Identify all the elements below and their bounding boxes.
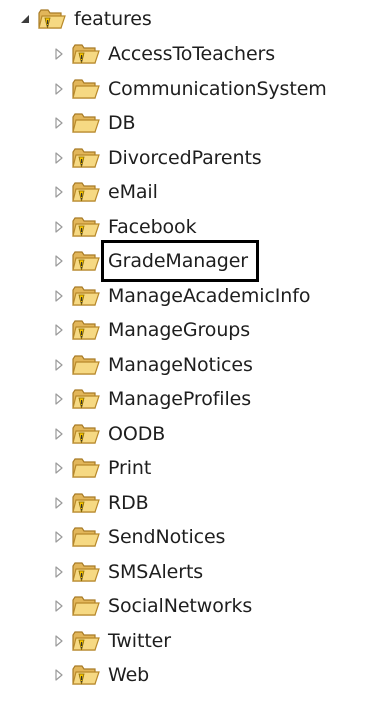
package-folder-warning-icon [70, 178, 102, 206]
tree-item-label: SMSAlerts [108, 560, 204, 583]
package-folder-warning-icon [36, 5, 68, 33]
package-folder-warning-icon [70, 316, 102, 344]
collapsed-arrow-icon[interactable] [48, 141, 70, 175]
tree-item-label: Web [108, 664, 150, 686]
tree-item-label: AccessToTeachers [108, 43, 276, 65]
collapsed-arrow-icon[interactable] [48, 520, 70, 554]
tree-item-manageprofiles[interactable]: ManageProfiles [48, 382, 251, 416]
tree-item-label: SendNotices [108, 526, 226, 548]
package-folder-icon [70, 351, 102, 379]
package-folder-icon [70, 523, 102, 551]
tree-item-accesstoteachers[interactable]: AccessToTeachers [48, 37, 275, 71]
tree-item-label: ManageGroups [108, 319, 251, 341]
tree-item-email[interactable]: eMail [48, 175, 158, 209]
collapsed-arrow-icon[interactable] [48, 348, 70, 382]
package-folder-warning-icon [70, 661, 102, 689]
tree-item-label: DB [108, 112, 136, 134]
tree-item-label: Facebook [108, 215, 197, 238]
tree-item-label: OODB [108, 422, 166, 445]
tree-item-label: Twitter [108, 629, 171, 652]
package-folder-warning-icon [70, 40, 102, 68]
tree-item-print[interactable]: Print [48, 451, 151, 485]
tree-item-grademanager[interactable]: GradeManager [48, 240, 260, 282]
package-folder-warning-icon [70, 420, 102, 448]
package-folder-warning-icon [70, 144, 102, 172]
collapsed-arrow-icon[interactable] [48, 72, 70, 106]
tree-item-label: ManageNotices [108, 353, 253, 376]
tree-item-label: RDB [108, 491, 149, 514]
package-folder-icon [70, 75, 102, 103]
collapsed-arrow-icon[interactable] [48, 37, 70, 71]
package-folder-warning-icon [70, 247, 102, 275]
tree-item-facebook[interactable]: Facebook [48, 210, 197, 244]
collapsed-arrow-icon[interactable] [48, 382, 70, 416]
expanded-arrow-icon[interactable] [14, 2, 36, 36]
tree-item-communicationsystem[interactable]: CommunicationSystem [48, 72, 327, 106]
collapsed-arrow-icon[interactable] [48, 486, 70, 520]
collapsed-arrow-icon[interactable] [48, 417, 70, 451]
collapsed-arrow-icon[interactable] [48, 313, 70, 347]
tree-item-label: eMail [108, 181, 158, 203]
collapsed-arrow-icon[interactable] [48, 106, 70, 140]
tree-item-features[interactable]: features [14, 2, 152, 36]
package-folder-icon [70, 109, 102, 137]
collapsed-arrow-icon[interactable] [48, 624, 70, 658]
tree-item-web[interactable]: Web [48, 658, 149, 692]
tree-item-label: DivorcedParents [108, 146, 262, 169]
tree-item-smsalerts[interactable]: SMSAlerts [48, 555, 203, 589]
package-folder-warning-icon [70, 627, 102, 655]
collapsed-arrow-icon[interactable] [48, 451, 70, 485]
collapsed-arrow-icon[interactable] [48, 555, 70, 589]
package-folder-warning-icon [70, 489, 102, 517]
tree-item-oodb[interactable]: OODB [48, 417, 165, 451]
collapsed-arrow-icon[interactable] [48, 244, 70, 278]
collapsed-arrow-icon[interactable] [48, 279, 70, 313]
collapsed-arrow-icon[interactable] [48, 589, 70, 623]
tree-item-rdb[interactable]: RDB [48, 486, 149, 520]
collapsed-arrow-icon[interactable] [48, 658, 70, 692]
tree-item-label: SocialNetworks [108, 595, 253, 617]
collapsed-arrow-icon[interactable] [48, 210, 70, 244]
tree-item-db[interactable]: DB [48, 106, 136, 140]
tree-item-socialnetworks[interactable]: SocialNetworks [48, 589, 252, 623]
tree-item-manageacademicinfo[interactable]: ManageAcademicInfo [48, 279, 310, 313]
tree-item-label: ManageProfiles [108, 388, 252, 410]
tree-item-divorcedparents[interactable]: DivorcedParents [48, 141, 262, 175]
package-folder-icon [70, 592, 102, 620]
tree-item-label: GradeManager [100, 240, 260, 282]
tree-item-twitter[interactable]: Twitter [48, 624, 171, 658]
package-folder-warning-icon [70, 282, 102, 310]
tree-item-sendnotices[interactable]: SendNotices [48, 520, 225, 554]
tree-item-label: ManageAcademicInfo [108, 284, 311, 307]
tree-item-managenotices[interactable]: ManageNotices [48, 348, 253, 382]
package-folder-warning-icon [70, 213, 102, 241]
project-explorer-tree: features AccessToTeachers CommunicationS… [0, 0, 371, 719]
package-folder-warning-icon [70, 385, 102, 413]
tree-item-label: Print [108, 457, 152, 479]
package-folder-warning-icon [70, 558, 102, 586]
collapsed-arrow-icon[interactable] [48, 175, 70, 209]
tree-item-managegroups[interactable]: ManageGroups [48, 313, 250, 347]
tree-item-label: features [74, 8, 152, 30]
package-folder-icon [70, 454, 102, 482]
tree-item-label: CommunicationSystem [108, 77, 327, 100]
